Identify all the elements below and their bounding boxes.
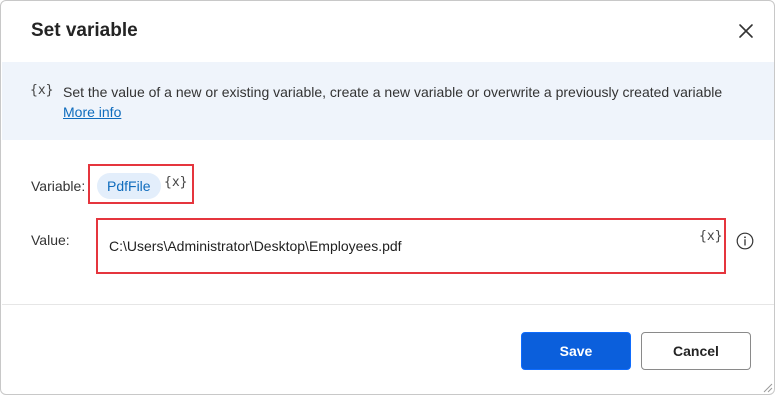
close-icon <box>739 24 753 38</box>
variable-icon: {x} <box>30 83 54 98</box>
footer-divider <box>2 304 774 305</box>
variable-name-pill[interactable]: PdfFile <box>97 173 161 199</box>
value-picker-icon[interactable]: {x} <box>699 229 722 244</box>
info-description: Set the value of a new or existing varia… <box>63 82 743 122</box>
info-description-text: Set the value of a new or existing varia… <box>63 84 723 100</box>
variable-label: Variable: <box>31 178 86 194</box>
cancel-button[interactable]: Cancel <box>641 332 751 370</box>
value-input[interactable] <box>98 220 724 272</box>
resize-grip-icon[interactable] <box>761 381 773 393</box>
close-button[interactable] <box>734 19 758 43</box>
more-info-link[interactable]: More info <box>63 104 121 120</box>
save-button[interactable]: Save <box>521 332 631 370</box>
value-label: Value: <box>31 232 70 248</box>
set-variable-dialog: Set variable {x} Set the value of a new … <box>0 0 775 395</box>
dialog-title: Set variable <box>31 20 138 41</box>
variable-picker-icon[interactable]: {x} <box>164 175 187 190</box>
info-circle-icon[interactable] <box>736 232 754 250</box>
